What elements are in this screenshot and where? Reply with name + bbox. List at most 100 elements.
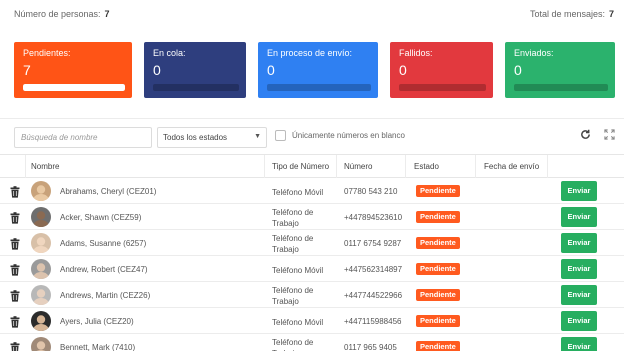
send-button[interactable]: Enviar — [561, 181, 597, 201]
trash-icon[interactable] — [10, 341, 20, 351]
card-progress — [399, 84, 486, 91]
card-progress — [153, 84, 239, 91]
number-type: Teléfono de Trabajo — [272, 338, 314, 351]
contact-name: Acker, Shawn (CEZ59) — [60, 213, 142, 222]
avatar — [31, 259, 51, 279]
phone-number: +447115988456 — [344, 317, 402, 326]
status-badge: Pendiente — [416, 211, 460, 223]
card-enviados: Enviados: 0 — [505, 42, 615, 98]
card-progress — [514, 84, 608, 91]
avatar — [31, 311, 51, 331]
column-numero[interactable]: Número — [344, 162, 372, 171]
table-row: Ayers, Julia (CEZ20) Teléfono Móvil +44711… — [0, 308, 624, 334]
status-select[interactable]: Todos los estados ▼ — [157, 127, 267, 148]
card-value: 0 — [399, 62, 407, 78]
search-input[interactable]: Búsqueda de nombre — [14, 127, 152, 148]
status-badge: Pendiente — [416, 185, 460, 197]
number-type: Teléfono Móvil — [272, 318, 324, 327]
trash-icon[interactable] — [10, 185, 20, 198]
column-tipo[interactable]: Tipo de Número — [272, 162, 329, 171]
column-divider — [336, 155, 337, 179]
card-title: Pendientes: — [23, 48, 71, 58]
summary-bar: Número de personas: 7 Total de mensajes: 7 — [0, 0, 624, 28]
table-row: Acker, Shawn (CEZ59) Teléfono de Trabajo +… — [0, 204, 624, 230]
blank-numbers-checkbox[interactable] — [275, 130, 286, 141]
status-badge: Pendiente — [416, 237, 460, 249]
card-pendientes: Pendientes: 7 — [14, 42, 132, 98]
table-row: Adams, Susanne (6257) Teléfono de Trabajo… — [0, 230, 624, 256]
trash-icon[interactable] — [10, 211, 20, 224]
phone-number: +447744522966 — [344, 291, 403, 300]
table-row: Bennett, Mark (7410) Teléfono de Trabajo 0… — [0, 334, 624, 351]
avatar — [31, 285, 51, 305]
send-button[interactable]: Enviar — [561, 233, 597, 253]
column-divider — [25, 155, 26, 179]
card-value: 7 — [23, 62, 31, 78]
card-title: En proceso de envío: — [267, 48, 353, 58]
contact-name: Andrews, Martin (CEZ26) — [60, 291, 151, 300]
contact-name: Adams, Susanne (6257) — [60, 239, 147, 248]
card-progress — [267, 84, 371, 91]
avatar — [31, 337, 51, 351]
number-type: Teléfono Móvil — [272, 266, 324, 275]
contact-name: Bennett, Mark (7410) — [60, 343, 136, 351]
number-type: Teléfono de Trabajo — [272, 234, 314, 254]
chevron-down-icon: ▼ — [254, 133, 261, 140]
expand-icon[interactable] — [604, 129, 615, 143]
trash-icon[interactable] — [10, 315, 20, 328]
contact-name: Abrahams, Cheryl (CEZ01) — [60, 187, 157, 196]
table-row: Andrew, Robert (CEZ47) Teléfono Móvil +447… — [0, 256, 624, 282]
send-button[interactable]: Enviar — [561, 285, 597, 305]
column-divider — [547, 155, 548, 179]
send-button[interactable]: Enviar — [561, 311, 597, 331]
refresh-icon[interactable] — [580, 129, 591, 143]
status-badge: Pendiente — [416, 315, 460, 327]
avatar — [31, 233, 51, 253]
trash-icon[interactable] — [10, 289, 20, 302]
card-title: Fallidos: — [399, 48, 433, 58]
card-value: 0 — [267, 62, 275, 78]
contact-name: Andrew, Robert (CEZ47) — [60, 265, 148, 274]
send-button[interactable]: Enviar — [561, 259, 597, 279]
status-select-value: Todos los estados — [163, 133, 228, 142]
card-progress — [23, 84, 125, 91]
table-row: Abrahams, Cheryl (CEZ01) Teléfono Móvil 07… — [0, 178, 624, 204]
persons-label: Número de personas: — [14, 9, 101, 19]
status-cards: Pendientes: 7 En cola: 0 En proceso de e… — [14, 42, 616, 98]
card-title: Enviados: — [514, 48, 554, 58]
avatar — [31, 207, 51, 227]
messages-value: 7 — [608, 9, 614, 19]
column-fecha[interactable]: Fecha de envío — [484, 162, 539, 171]
persons-count: Número de personas: 7 — [14, 9, 110, 19]
column-nombre[interactable]: Nombre — [31, 162, 59, 171]
contact-name: Ayers, Julia (CEZ20) — [60, 317, 134, 326]
status-badge: Pendiente — [416, 289, 460, 301]
trash-icon[interactable] — [10, 237, 20, 250]
send-button[interactable]: Enviar — [561, 207, 597, 227]
card-fallidos: Fallidos: 0 — [390, 42, 493, 98]
messages-count: Total de mensajes: 7 — [530, 9, 614, 19]
messages-label: Total de mensajes: — [529, 9, 605, 19]
card-title: En cola: — [153, 48, 186, 58]
trash-icon[interactable] — [10, 263, 20, 276]
column-estado[interactable]: Estado — [414, 162, 439, 171]
number-type: Teléfono de Trabajo — [272, 208, 314, 228]
column-divider — [405, 155, 406, 179]
filter-toolbar: Búsqueda de nombre Todos los estados ▼ Ú… — [0, 118, 624, 154]
phone-number: 07780 543 210 — [344, 187, 398, 196]
card-en-proceso: En proceso de envío: 0 — [258, 42, 378, 98]
table-row: Andrews, Martin (CEZ26) Teléfono de Traba… — [0, 282, 624, 308]
send-button[interactable]: Enviar — [561, 337, 597, 351]
column-divider — [264, 155, 265, 179]
card-en-cola: En cola: 0 — [144, 42, 246, 98]
phone-number: 0117 6754 9287 — [344, 239, 402, 248]
blank-numbers-label: Únicamente números en blanco — [292, 131, 405, 140]
phone-number: +447894523610 — [344, 213, 403, 222]
avatar — [31, 181, 51, 201]
card-value: 0 — [514, 62, 522, 78]
phone-number: 0117 965 9405 — [344, 343, 397, 351]
number-type: Teléfono de Trabajo — [272, 286, 314, 306]
card-progress-fill — [23, 84, 125, 91]
status-badge: Pendiente — [416, 341, 460, 351]
card-value: 0 — [153, 62, 161, 78]
